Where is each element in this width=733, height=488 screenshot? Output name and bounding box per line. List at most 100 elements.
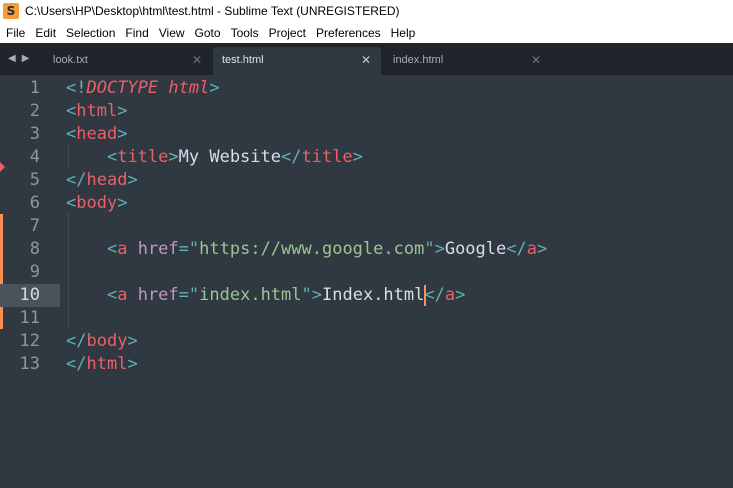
code-line[interactable]: 8 <a href="https://www.google.com">Googl… [0, 238, 733, 261]
code-text: <!DOCTYPE html> [66, 77, 220, 100]
close-icon[interactable]: ✕ [531, 53, 541, 67]
code-token: </ [66, 354, 87, 374]
menu-view[interactable]: View [154, 26, 190, 40]
code-token: < [106, 285, 118, 305]
code-token: html [76, 101, 118, 121]
line-number: 9 [29, 262, 40, 282]
code-token: > [117, 101, 128, 121]
menu-project[interactable]: Project [264, 26, 311, 40]
code-line[interactable]: 2 <html> [0, 100, 733, 123]
code-token: > [127, 331, 138, 351]
code-token: > [455, 285, 466, 305]
code-line[interactable]: 3 <head> [0, 123, 733, 146]
code-token: " [301, 285, 312, 305]
code-token: Google [444, 239, 507, 259]
menu-help[interactable]: Help [386, 26, 421, 40]
code-token: title [301, 147, 353, 167]
menu-edit[interactable]: Edit [30, 26, 61, 40]
code-token: href [137, 239, 179, 259]
code-token: < [106, 239, 118, 259]
code-token: < [66, 193, 77, 213]
title-bar: S C:\Users\HP\Desktop\html\test.html - S… [0, 0, 733, 22]
code-token: " [188, 285, 200, 305]
code-token: a [444, 285, 456, 305]
code-token: = [178, 285, 189, 305]
code-token: > [117, 193, 128, 213]
line-number: 11 [19, 308, 40, 328]
code-token: index.html [199, 285, 302, 305]
tab-label: test.html [222, 54, 264, 66]
code-token: My Website [178, 147, 281, 167]
code-line[interactable]: 13 </html> [0, 353, 733, 376]
menu-bar: File Edit Selection Find View Goto Tools… [0, 22, 733, 43]
code-token: > [434, 239, 445, 259]
code-token: body [86, 331, 128, 351]
line-number: 4 [29, 147, 40, 167]
tab-left-arrow-icon[interactable]: ◀ [8, 52, 16, 66]
code-token: head [76, 124, 118, 144]
code-token: head [86, 170, 128, 190]
line-number: 10 [19, 285, 40, 305]
code-text: <a href="https://www.google.com">Google<… [66, 238, 547, 261]
tab-look-txt[interactable]: look.txt ✕ [44, 47, 212, 75]
code-text: </head> [66, 169, 138, 192]
line-number: 3 [29, 124, 40, 144]
tab-label: index.html [393, 54, 444, 66]
code-token: html [86, 354, 128, 374]
code-token: href [137, 285, 179, 305]
code-token: </ [66, 331, 87, 351]
close-icon[interactable]: ✕ [192, 53, 202, 67]
window-title: C:\Users\HP\Desktop\html\test.html - Sub… [25, 4, 400, 18]
code-token: > [209, 78, 220, 98]
code-text: <body> [66, 192, 127, 215]
code-token: = [178, 239, 189, 259]
code-token: a [117, 239, 128, 259]
code-token: > [168, 147, 179, 167]
code-token: > [311, 285, 323, 305]
menu-tools[interactable]: Tools [226, 26, 264, 40]
text-cursor [424, 285, 427, 306]
code-editor[interactable]: 1 <!DOCTYPE html> 2 <html> 3 <head> 4 <title>M… [0, 75, 733, 488]
menu-goto[interactable]: Goto [190, 26, 226, 40]
code-token: html [168, 78, 210, 98]
code-line[interactable]: 10 <a href="index.html">Index.html</a> [0, 284, 733, 307]
code-token: DOCTYPE [86, 78, 159, 98]
code-token: Index.html [322, 285, 425, 305]
menu-find[interactable]: Find [120, 26, 153, 40]
code-line[interactable]: 9 [0, 261, 733, 284]
code-text: </body> [66, 330, 138, 353]
code-text: </html> [66, 353, 138, 376]
menu-preferences[interactable]: Preferences [311, 26, 386, 40]
line-number: 7 [29, 216, 40, 236]
line-number: 8 [29, 239, 40, 259]
code-token: " [424, 239, 435, 259]
code-text: <a href="index.html">Index.html</a> [66, 284, 465, 307]
tab-right-arrow-icon[interactable]: ▶ [22, 52, 30, 66]
code-token: title [117, 147, 169, 167]
code-token: > [127, 354, 138, 374]
menu-file[interactable]: File [0, 26, 30, 40]
code-line[interactable]: 6 <body> [0, 192, 733, 215]
code-line[interactable]: 1 <!DOCTYPE html> [0, 77, 733, 100]
code-line[interactable]: 12 </body> [0, 330, 733, 353]
code-line[interactable]: 7 [0, 215, 733, 238]
code-token: </ [66, 170, 87, 190]
sublime-text-icon: S [3, 3, 19, 19]
code-text: <html> [66, 100, 127, 123]
code-token: > [117, 124, 128, 144]
code-text: <head> [66, 123, 127, 146]
code-line[interactable]: 5 </head> [0, 169, 733, 192]
menu-selection[interactable]: Selection [61, 26, 120, 40]
code-line[interactable]: 4 <title>My Website</title> [0, 146, 733, 169]
code-token: a [117, 285, 128, 305]
code-token: </ [424, 285, 445, 305]
tab-test-html[interactable]: test.html ✕ [213, 47, 381, 75]
line-number: 5 [29, 170, 40, 190]
code-line[interactable]: 11 [0, 307, 733, 330]
code-token: < [66, 101, 77, 121]
code-token: a [526, 239, 537, 259]
close-icon[interactable]: ✕ [361, 53, 371, 67]
tab-index-html[interactable]: index.html ✕ [384, 47, 552, 75]
